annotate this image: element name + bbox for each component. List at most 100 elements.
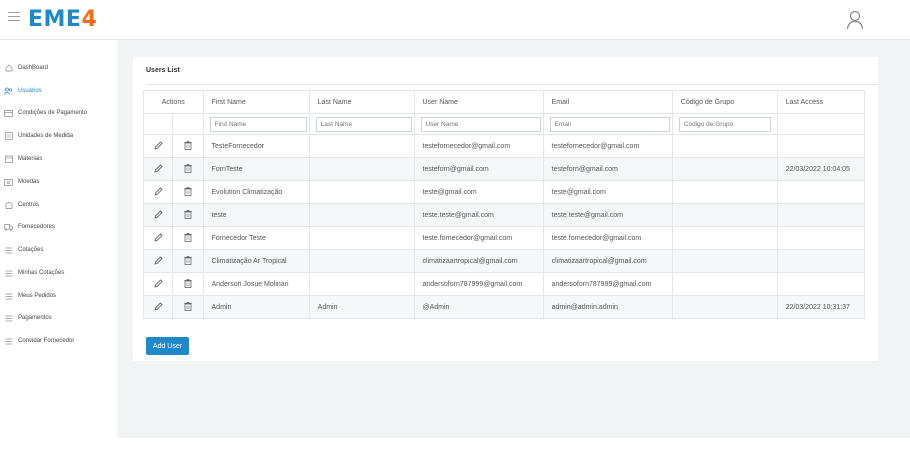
sidebar-item-meus-pedidos[interactable]: Meus Pedidos — [4, 289, 56, 303]
table-row: TesteFornecedor testefornecedor@gmail.com… — [142, 134, 866, 158]
col-header-last-name[interactable]: Last Name — [308, 90, 415, 114]
edit-pencil-icon[interactable] — [154, 278, 163, 290]
edit-pencil-icon[interactable] — [154, 163, 163, 175]
ruler-icon — [4, 132, 13, 140]
sidebar-item-pagamentos[interactable]: Pagamentos — [4, 311, 52, 325]
cell-email: admin@admin.admin — [542, 295, 673, 319]
table-row: Anderson Josue Molinari andersoforn787999… — [142, 272, 866, 296]
cell-user: andersoforn787999@gmail.com — [413, 272, 544, 296]
email-filter-input[interactable] — [549, 116, 670, 132]
delete-trash-icon[interactable] — [184, 186, 192, 198]
cell-last — [308, 226, 415, 250]
col-header-actions: Actions — [143, 90, 204, 114]
last-name-filter-input[interactable] — [315, 116, 412, 132]
edit-pencil-icon[interactable] — [154, 255, 163, 267]
sidebar-item-label: Fornecedores — [18, 224, 56, 230]
list-icon — [4, 246, 13, 254]
sidebar-item-label: Condições de Pagamento — [18, 110, 88, 116]
top-bar: EME4 — [0, 0, 910, 40]
cell-group — [671, 180, 778, 204]
col-header-first-name[interactable]: First Name — [202, 90, 310, 114]
cell-group — [671, 203, 778, 227]
sidebar-item-condicoes-de-pagamento[interactable]: Condições de Pagamento — [4, 106, 87, 120]
edit-pencil-icon[interactable] — [154, 140, 163, 152]
cell-user: @Admin — [413, 295, 544, 319]
sidebar-item-label: Pagamentos — [18, 315, 52, 321]
delete-trash-icon[interactable] — [184, 209, 192, 221]
sidebar-item-label: Meus Pedidos — [18, 293, 57, 299]
cell-email: andersoforn787999@gmail.com — [542, 272, 673, 296]
cell-email: testeforn@gmail.com — [542, 157, 673, 181]
sidebar: DashBoard Usuários Condições de Pagamento U… — [0, 40, 117, 462]
sidebar-item-fornecedores[interactable]: Fornecedores — [4, 220, 55, 234]
cell-access: 22/03/2022 10:04:05 — [776, 157, 866, 181]
table-header-row: Actions First Name Last Name User Name E… — [143, 90, 866, 114]
brand-logo[interactable]: EME4 — [28, 7, 97, 32]
edit-pencil-icon[interactable] — [154, 232, 163, 244]
cell-first: Admin — [202, 295, 310, 319]
edit-pencil-icon[interactable] — [154, 209, 163, 221]
sidebar-item-moedas[interactable]: Moedas — [4, 175, 39, 189]
col-header-email[interactable]: Email — [542, 90, 673, 114]
cell-access — [776, 134, 866, 158]
cell-first: Anderson Josue Molinari — [202, 272, 310, 296]
sidebar-item-label: Cotações — [18, 247, 44, 253]
filter-row — [142, 113, 866, 135]
cell-first: TesteFornecedor — [202, 134, 310, 158]
delete-trash-icon[interactable] — [184, 255, 192, 267]
hamburger-menu-icon[interactable] — [8, 12, 20, 22]
sidebar-item-label: DashBoard — [18, 65, 49, 71]
table-row: Climatização Ar Tropical climatizaartropi… — [142, 249, 866, 273]
sidebar-item-unidades-de-medida[interactable]: Unidades de Medida — [4, 129, 73, 143]
sidebar-item-cotacoes[interactable]: Cotações — [4, 243, 43, 257]
cell-first: Climatização Ar Tropical — [202, 249, 310, 273]
delete-trash-icon[interactable] — [184, 140, 192, 152]
sidebar-item-label: Unidades de Medida — [18, 133, 74, 139]
cell-access — [776, 203, 866, 227]
cell-last — [308, 157, 415, 181]
cell-group — [671, 157, 778, 181]
user-name-filter-input[interactable] — [420, 116, 541, 132]
first-name-filter-input[interactable] — [209, 116, 307, 132]
cell-group — [671, 226, 778, 250]
cell-group — [671, 295, 778, 319]
sidebar-item-label: Materiais — [18, 156, 43, 162]
add-user-button[interactable]: Add User — [146, 337, 189, 355]
group-code-filter-input[interactable] — [678, 116, 771, 132]
cell-last — [308, 180, 415, 204]
cell-user: testefornecedor@gmail.com — [413, 134, 544, 158]
delete-trash-icon[interactable] — [184, 301, 192, 313]
card-icon — [4, 109, 13, 117]
user-profile-icon[interactable] — [846, 10, 864, 30]
cell-first: teste — [202, 203, 310, 227]
edit-pencil-icon[interactable] — [154, 186, 163, 198]
cell-user: teste@gmail.com — [413, 180, 544, 204]
sidebar-item-label: Centros — [18, 202, 40, 208]
delete-trash-icon[interactable] — [184, 163, 192, 175]
building-icon — [4, 201, 13, 209]
sidebar-item-centros[interactable]: Centros — [4, 198, 39, 212]
list-icon — [4, 314, 13, 322]
delete-trash-icon[interactable] — [184, 278, 192, 290]
list-icon — [4, 292, 13, 300]
sidebar-item-minhas-cotacoes[interactable]: Minhas Cotações — [4, 266, 64, 280]
col-header-group-code[interactable]: Código de Grupo — [671, 90, 778, 114]
edit-pencil-icon[interactable] — [154, 301, 163, 313]
cell-last — [308, 249, 415, 273]
cell-access — [776, 226, 866, 250]
sidebar-item-materiais[interactable]: Materiais — [4, 152, 42, 166]
cell-group — [671, 249, 778, 273]
table-row: FornTeste testeforn@gmail.com testeforn@gm… — [142, 157, 866, 181]
sidebar-item-convidar-fornecedor[interactable]: Convidar Fornecedor — [4, 334, 74, 348]
col-header-user-name[interactable]: User Name — [413, 90, 544, 114]
sidebar-item-label: Usuários — [18, 88, 42, 94]
table-row: Admin Admin @Admin admin@admin.admin 22/03/2… — [142, 295, 866, 319]
delete-trash-icon[interactable] — [184, 232, 192, 244]
users-icon — [4, 87, 13, 95]
divider — [146, 84, 877, 85]
cell-access — [776, 272, 866, 296]
col-header-last-access[interactable]: Last Access — [776, 90, 866, 114]
sidebar-item-usuarios[interactable]: Usuários — [4, 84, 42, 98]
sidebar-item-dashboard[interactable]: DashBoard — [4, 61, 48, 75]
truck-icon — [4, 223, 13, 231]
